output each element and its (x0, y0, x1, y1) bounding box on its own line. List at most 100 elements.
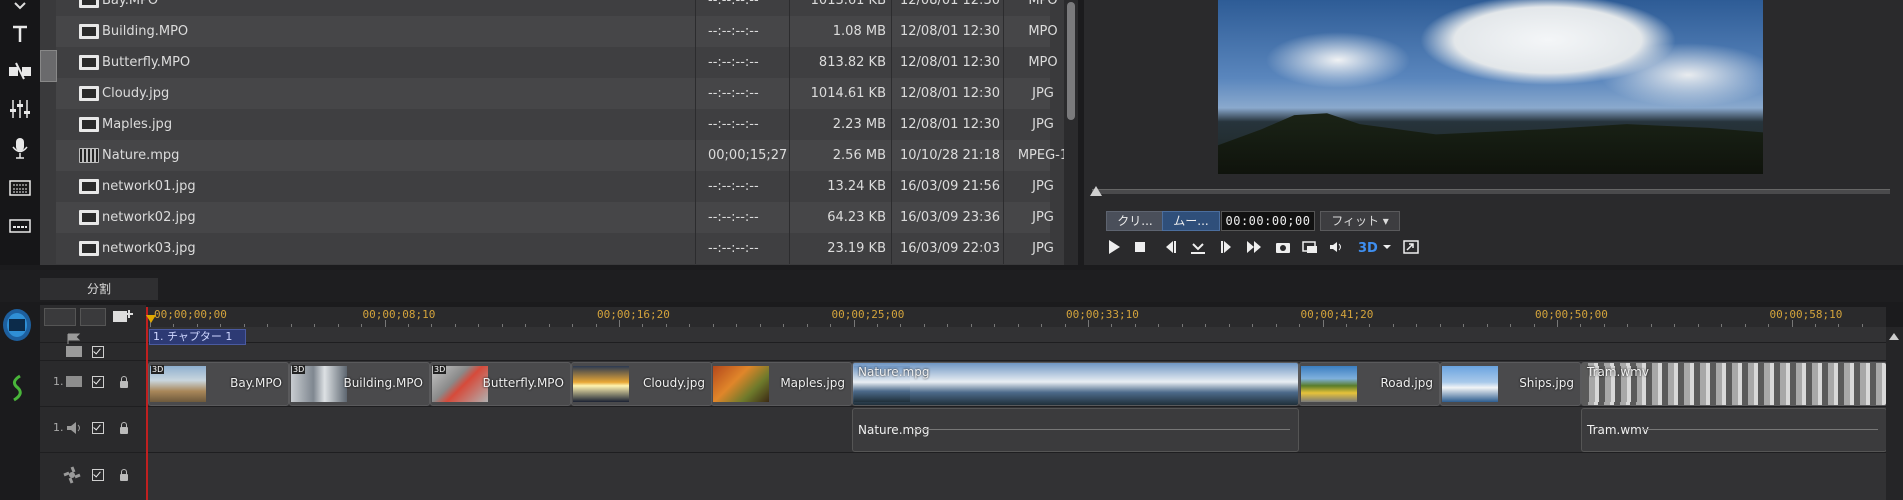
timeline-video-clip[interactable]: 3D Bay.MPO (148, 362, 289, 406)
timeline-video-clip[interactable]: Maples.jpg (711, 362, 852, 406)
3d-badge-icon: 3D (292, 365, 306, 374)
timeline-view-button[interactable] (80, 308, 106, 326)
subtitle-track-checkbox[interactable] (92, 346, 104, 358)
library-cell-size: 2.56 MB (789, 140, 892, 171)
transition-icon[interactable] (7, 59, 33, 83)
movie-mode-button[interactable]: ムー... (1162, 211, 1220, 231)
add-track-icon[interactable] (112, 308, 134, 324)
library-row[interactable]: Butterfly.MPO --:--:--:-- 813.82 KB 12/08/0… (56, 47, 1058, 78)
video-track-lock-icon[interactable] (120, 376, 128, 388)
library-cell-date: 16/03/09 23:36 (891, 202, 1004, 233)
timeline-video-clip[interactable]: 3D Building.MPO (289, 362, 430, 406)
video-track-icon (66, 376, 82, 387)
svg-text:3D: 3D (1358, 241, 1378, 255)
play-icon[interactable] (1103, 236, 1125, 258)
fullscreen-icon[interactable] (1400, 236, 1422, 258)
library-row[interactable]: Cloudy.jpg --:--:--:-- 1014.61 KB 12/08/01 … (56, 78, 1054, 109)
library-cell-type: MPEG-1 (1003, 140, 1064, 171)
library-cell-duration: --:--:--:-- (695, 171, 790, 202)
3d-badge-icon: 3D (433, 365, 447, 374)
library-cell-size: 13.24 KB (789, 171, 892, 202)
scroll-up-icon[interactable] (1889, 333, 1899, 340)
ruler-tick (1322, 320, 1324, 327)
next-frame-icon[interactable] (1216, 236, 1238, 258)
ruler-tick (853, 320, 855, 327)
preview-scrub-handle[interactable] (1090, 186, 1102, 196)
volume-icon[interactable] (1326, 236, 1348, 258)
music-track-checkbox[interactable] (92, 469, 104, 481)
ruler-tick (619, 320, 620, 327)
preview-scrub-bar[interactable] (1092, 189, 1890, 194)
playhead-handle[interactable] (146, 315, 156, 323)
camera-icon[interactable] (1272, 236, 1294, 258)
library-row[interactable]: Bay.MPO --:--:--:-- 1013.61 KB 12/08/01 12:… (56, 0, 1058, 16)
preview-timecode[interactable]: 00:00:00;00 (1221, 211, 1315, 231)
library-cell-duration: --:--:--:-- (695, 233, 790, 264)
subtitle-icon[interactable] (7, 176, 33, 200)
fit-dropdown[interactable]: フィット ▾ (1320, 211, 1400, 231)
timeline-scrollbar[interactable] (1886, 327, 1903, 500)
library-cell-date: 12/08/01 12:30 (891, 16, 1004, 47)
library-cell-size: 1013.61 KB (789, 0, 892, 16)
split-icon[interactable] (1187, 236, 1209, 258)
chapter-icon[interactable] (7, 214, 33, 238)
timeline-video-clip[interactable]: 3D Butterfly.MPO (430, 362, 571, 406)
mixer-icon[interactable] (7, 97, 33, 121)
track-height-button[interactable] (44, 308, 76, 326)
microphone-icon[interactable] (7, 136, 33, 160)
audio-track-lock-icon[interactable] (120, 422, 128, 434)
timeline-video-clip[interactable]: Nature.mpg (852, 362, 1299, 406)
library-cell-duration: --:--:--:-- (695, 16, 790, 47)
subtitle-track-icon (66, 346, 82, 357)
timeline-video-clip[interactable]: Cloudy.jpg (571, 362, 712, 406)
audio-waveform (913, 429, 1290, 430)
clip-thumbnail (713, 366, 769, 402)
timeline-video-clip[interactable]: Road.jpg (1299, 362, 1440, 406)
chapter-marker[interactable]: 1. チャプター 1 (149, 329, 246, 345)
library-cell-name: network02.jpg (102, 210, 196, 225)
timeline-video-clip[interactable]: Ships.jpg (1440, 362, 1581, 406)
chevron-down-icon[interactable] (7, 0, 33, 18)
3d-icon[interactable]: 3D (1357, 236, 1379, 258)
split-button[interactable]: 分割 (40, 278, 158, 300)
library-collapse-handle[interactable] (40, 50, 57, 82)
clip-thumbnail (573, 366, 629, 402)
library-row[interactable]: network02.jpg --:--:--:-- 64.23 KB 16/03/09… (56, 202, 1054, 233)
library-cell-date: 12/08/01 12:30 (891, 47, 1004, 78)
library-row[interactable]: network03.jpg --:--:--:-- 23.19 KB 16/03/09… (56, 233, 1054, 264)
timeline-audio-clip[interactable]: Nature.mpg (852, 408, 1299, 452)
timeline-s-icon[interactable] (0, 368, 34, 408)
music-track-lock-icon[interactable] (120, 469, 128, 481)
3d-dropdown-icon[interactable] (1381, 236, 1393, 258)
clip-mode-button[interactable]: クリ... (1106, 211, 1164, 231)
library-scrollbar-thumb[interactable] (1067, 2, 1075, 120)
text-icon[interactable] (7, 22, 33, 46)
library-cell-name: Cloudy.jpg (102, 86, 170, 101)
library-cell-size: 1.08 MB (789, 16, 892, 47)
library-row[interactable]: network01.jpg --:--:--:-- 13.24 KB 16/03/09… (56, 171, 1054, 202)
timeline-video-clip[interactable]: Tram.wmv (1581, 362, 1887, 406)
library-row[interactable]: Building.MPO --:--:--:-- 1.08 MB 12/08/01 1… (56, 16, 1058, 47)
library-cell-type: MPO (1003, 0, 1064, 16)
stop-icon[interactable] (1129, 236, 1151, 258)
library-row[interactable]: Nature.mpg 00;00;15;27 2.56 MB 10/10/28 21:… (56, 140, 1064, 171)
library-cell-duration: --:--:--:-- (695, 47, 790, 78)
clip-thumbnail (1301, 366, 1357, 402)
fast-forward-icon[interactable] (1243, 236, 1265, 258)
library-row[interactable]: Maples.jpg --:--:--:-- 2.23 MB 12/08/01 12:… (56, 109, 1054, 140)
audio-track-checkbox[interactable] (92, 422, 104, 434)
video-track-checkbox[interactable] (92, 376, 104, 388)
timeline-audio-clip[interactable]: Tram.wmv (1581, 408, 1887, 452)
ruler-tick-label: 00;00;41;20 (1300, 308, 1374, 321)
chapter-flag-icon (66, 330, 82, 344)
library-cell-duration: --:--:--:-- (695, 109, 790, 140)
library-cell-date: 12/08/01 12:30 (891, 78, 1004, 109)
clip-label: Tram.wmv (1587, 423, 1649, 437)
ruler-tick-label: 00;00;25;00 (831, 308, 905, 321)
library-cell-duration: 00;00;15;27 (695, 140, 790, 171)
display-icon[interactable] (1299, 236, 1321, 258)
playhead[interactable] (146, 307, 148, 500)
ruler-tick-label: 00;00;00;00 (154, 308, 227, 321)
timeline-mode-icon[interactable] (0, 305, 34, 345)
prev-frame-icon[interactable] (1159, 236, 1181, 258)
